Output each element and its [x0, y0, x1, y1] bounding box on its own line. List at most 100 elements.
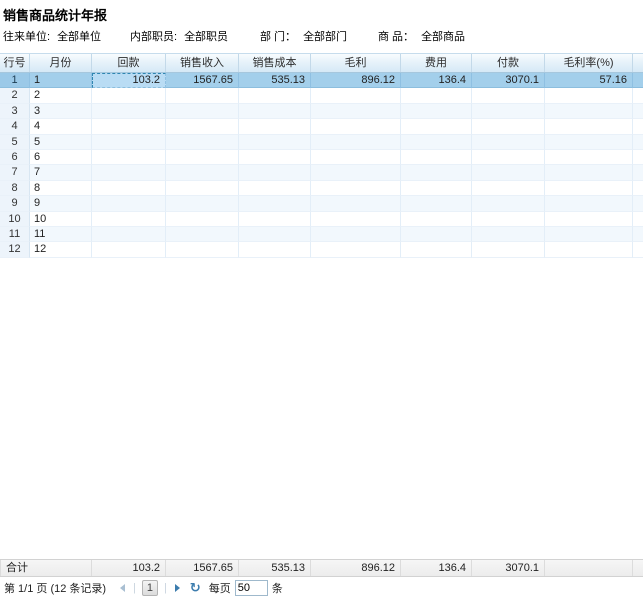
maoli-cell [311, 135, 401, 150]
filler-cell [633, 135, 643, 150]
maolilv-cell [545, 88, 633, 103]
maolilv-cell [545, 227, 633, 242]
row-number-cell: 10 [0, 212, 30, 227]
chengben-cell [239, 196, 311, 211]
fukuan-cell [472, 212, 545, 227]
row-number-cell: 8 [0, 181, 30, 196]
month-cell: 5 [30, 135, 92, 150]
table-row[interactable]: 3 3 [0, 104, 643, 119]
feiyong-cell [401, 196, 472, 211]
filter-staff-label: 内部职员: [130, 31, 177, 43]
filter-bar: 往来单位:全部单位 内部职员:全部职员 部 门：全部部门 商 品：全部商品 [0, 28, 643, 44]
month-cell: 9 [30, 196, 92, 211]
maolilv-cell [545, 104, 633, 119]
total-shouru: 1567.65 [166, 560, 239, 576]
column-header-maoli[interactable]: 毛利 [311, 54, 401, 72]
chengben-cell [239, 104, 311, 119]
column-header-rowno[interactable]: 行号 [0, 54, 30, 72]
huikuan-cell [92, 88, 166, 103]
page-number-button[interactable]: 1 [142, 580, 158, 596]
column-header-maolilv[interactable]: 毛利率(%) [545, 54, 633, 72]
table-row[interactable]: 8 8 [0, 181, 643, 196]
shouru-cell [166, 135, 239, 150]
filler-cell [633, 227, 643, 242]
shouru-cell [166, 212, 239, 227]
maoli-cell [311, 242, 401, 257]
pagination-divider: | [164, 582, 167, 594]
column-header-shouru[interactable]: 销售收入 [166, 54, 239, 72]
huikuan-cell [92, 150, 166, 165]
total-maoli: 896.12 [311, 560, 401, 576]
table-row[interactable]: 1 1 103.2 1567.65 535.13 896.12 136.4 30… [0, 73, 643, 88]
per-page-input[interactable] [235, 580, 268, 596]
pagination-bar: 第 1/1 页 (12 条记录) | 1 | ↻ 每页 条 [0, 577, 643, 600]
huikuan-cell [92, 135, 166, 150]
table-row[interactable]: 4 4 [0, 119, 643, 134]
chengben-cell [239, 119, 311, 134]
row-number-cell: 12 [0, 242, 30, 257]
prev-page-icon[interactable] [120, 584, 125, 592]
feiyong-cell [401, 227, 472, 242]
maoli-cell [311, 119, 401, 134]
huikuan-cell [92, 212, 166, 227]
maolilv-cell [545, 181, 633, 196]
column-header-feiyong[interactable]: 费用 [401, 54, 472, 72]
table-row[interactable]: 12 12 [0, 242, 643, 257]
table-row[interactable]: 11 11 [0, 227, 643, 242]
report-grid: 行号 月份 回款 销售收入 销售成本 毛利 费用 付款 毛利率(%) 1 1 1… [0, 53, 643, 600]
next-page-icon[interactable] [175, 584, 180, 592]
filter-partner-label: 往来单位: [3, 31, 50, 43]
chengben-cell [239, 227, 311, 242]
huikuan-cell [92, 104, 166, 119]
shouru-cell [166, 88, 239, 103]
column-header-fukuan[interactable]: 付款 [472, 54, 545, 72]
feiyong-cell [401, 135, 472, 150]
chengben-cell [239, 135, 311, 150]
filter-product-value: 全部商品 [421, 31, 465, 43]
month-cell: 10 [30, 212, 92, 227]
filter-department-label: 部 门： [260, 31, 296, 43]
filler-cell [633, 104, 643, 119]
column-header-chengben[interactable]: 销售成本 [239, 54, 311, 72]
chengben-cell [239, 88, 311, 103]
chengben-cell [239, 242, 311, 257]
total-chengben: 535.13 [239, 560, 311, 576]
column-header-month[interactable]: 月份 [30, 54, 92, 72]
table-row[interactable]: 7 7 [0, 165, 643, 180]
feiyong-cell [401, 242, 472, 257]
maolilv-cell [545, 165, 633, 180]
filter-staff: 内部职员: 全部职员 [130, 28, 228, 44]
row-number-cell: 3 [0, 104, 30, 119]
shouru-cell: 1567.65 [166, 73, 239, 88]
column-header-huikuan[interactable]: 回款 [92, 54, 166, 72]
maolilv-cell [545, 242, 633, 257]
per-page-suffix: 条 [272, 580, 283, 596]
month-cell: 11 [30, 227, 92, 242]
filter-staff-value: 全部职员 [184, 31, 228, 43]
page-title: 销售商品统计年报 [3, 5, 107, 24]
maoli-cell [311, 104, 401, 119]
grid-body: 1 1 103.2 1567.65 535.13 896.12 136.4 30… [0, 73, 643, 258]
maoli-cell: 896.12 [311, 73, 401, 88]
shouru-cell [166, 242, 239, 257]
filter-department: 部 门：全部部门 [260, 28, 347, 44]
table-row[interactable]: 5 5 [0, 135, 643, 150]
filler-cell [633, 181, 643, 196]
table-row[interactable]: 10 10 [0, 212, 643, 227]
huikuan-cell [92, 196, 166, 211]
month-cell: 12 [30, 242, 92, 257]
table-row[interactable]: 6 6 [0, 150, 643, 165]
fukuan-cell [472, 196, 545, 211]
refresh-icon[interactable]: ↻ [190, 581, 201, 596]
page-info: 第 1/1 页 (12 条记录) [4, 580, 106, 596]
maoli-cell [311, 227, 401, 242]
filter-partner: 往来单位:全部单位 [3, 28, 101, 44]
feiyong-cell: 136.4 [401, 73, 472, 88]
month-cell: 6 [30, 150, 92, 165]
table-row[interactable]: 2 2 [0, 88, 643, 103]
table-row[interactable]: 9 9 [0, 196, 643, 211]
huikuan-cell [92, 165, 166, 180]
huikuan-cell-focused[interactable]: 103.2 [92, 73, 166, 88]
feiyong-cell [401, 181, 472, 196]
maoli-cell [311, 196, 401, 211]
